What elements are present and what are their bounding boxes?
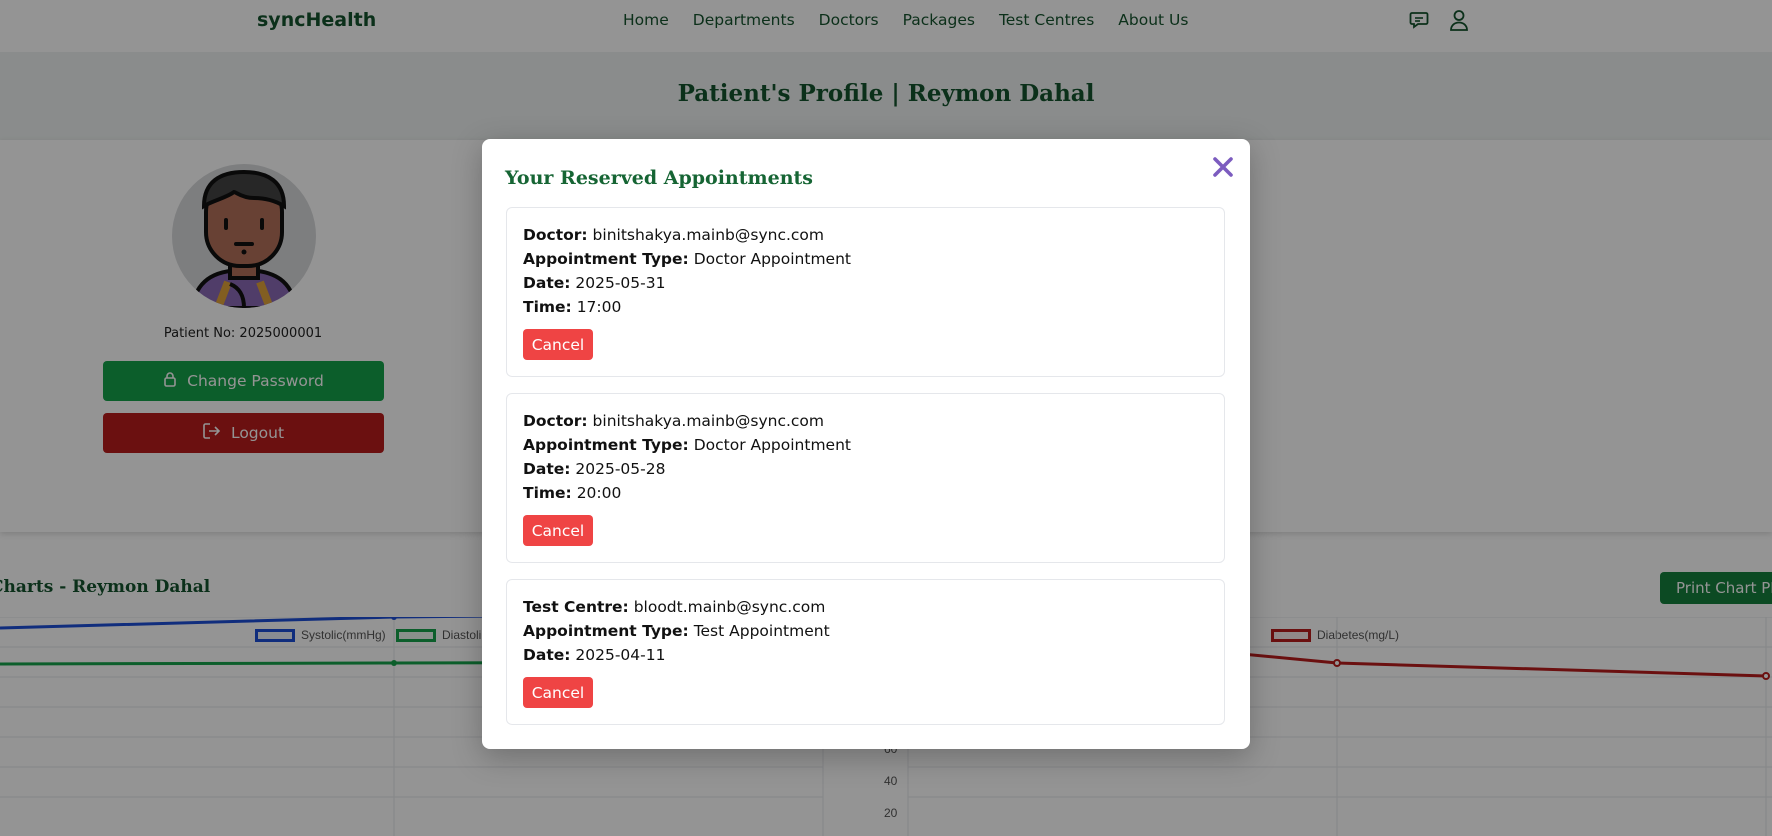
appointments-modal: Your Reserved Appointments Doctor: binit… xyxy=(482,139,1250,749)
appointment-date: Date: 2025-05-31 xyxy=(523,274,666,292)
appointment-card: Test Centre: bloodt.mainb@sync.com Appoi… xyxy=(506,579,1225,725)
appointment-time: Time: 20:00 xyxy=(523,484,622,502)
appointment-card: Doctor: binitshakya.mainb@sync.com Appoi… xyxy=(506,393,1225,563)
appointment-doctor: Doctor: binitshakya.mainb@sync.com xyxy=(523,226,825,244)
cancel-appointment-button[interactable]: Cancel xyxy=(523,515,593,546)
appointment-time: Time: 17:00 xyxy=(523,298,622,316)
appointment-date: Date: 2025-04-11 xyxy=(523,646,666,664)
cancel-appointment-button[interactable]: Cancel xyxy=(523,677,593,708)
appointment-card: Doctor: binitshakya.mainb@sync.com Appoi… xyxy=(506,207,1225,377)
appointment-test-centre: Test Centre: bloodt.mainb@sync.com xyxy=(523,598,826,616)
appointment-type: Appointment Type: Doctor Appointment xyxy=(523,250,851,268)
appointment-type: Appointment Type: Test Appointment xyxy=(523,622,830,640)
appointment-doctor: Doctor: binitshakya.mainb@sync.com xyxy=(523,412,825,430)
appointment-type: Appointment Type: Doctor Appointment xyxy=(523,436,851,454)
appointment-date: Date: 2025-05-28 xyxy=(523,460,666,478)
modal-title: Your Reserved Appointments xyxy=(505,167,813,189)
cancel-appointment-button[interactable]: Cancel xyxy=(523,329,593,360)
close-icon[interactable] xyxy=(1208,152,1238,182)
